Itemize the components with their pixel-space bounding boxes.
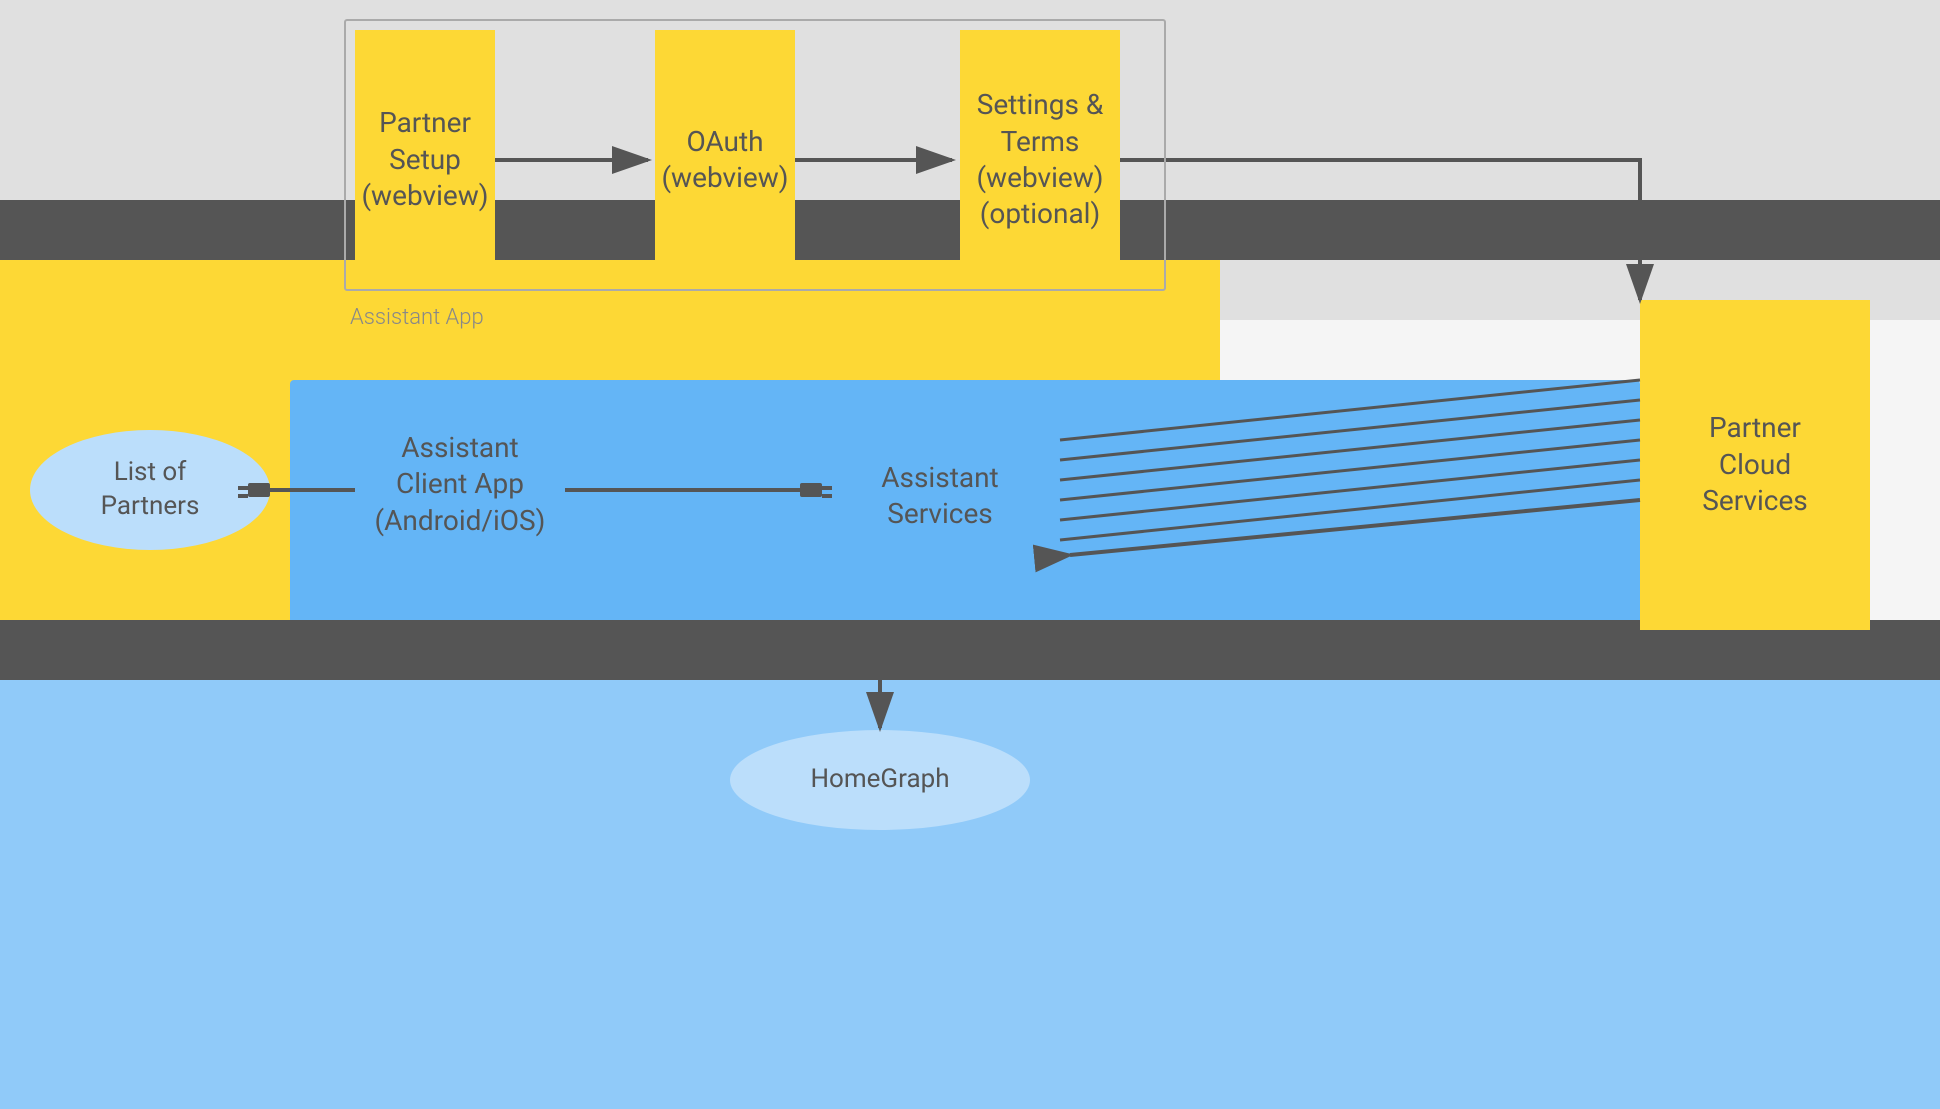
settings-terms-box: Settings &Terms(webview)(optional) <box>960 30 1120 290</box>
partner-setup-box: PartnerSetup(webview) <box>355 30 495 290</box>
partner-setup-label: PartnerSetup(webview) <box>361 105 488 214</box>
settings-terms-label: Settings &Terms(webview)(optional) <box>976 87 1103 233</box>
list-of-partners-ellipse: List ofPartners <box>30 430 270 550</box>
assistant-app-section-label: Assistant App <box>350 305 484 330</box>
homegraph-label: HomeGraph <box>810 763 949 797</box>
assistant-client-label: AssistantClient App(Android/iOS) <box>360 430 560 539</box>
partner-cloud-label: PartnerCloudServices <box>1702 410 1808 519</box>
oauth-label: OAuth(webview) <box>661 124 788 197</box>
list-of-partners-label: List ofPartners <box>101 456 200 524</box>
assistant-services-label: AssistantServices <box>830 460 1050 533</box>
partner-cloud-box: PartnerCloudServices <box>1640 300 1870 630</box>
homegraph-ellipse: HomeGraph <box>730 730 1030 830</box>
oauth-box: OAuth(webview) <box>655 30 795 290</box>
